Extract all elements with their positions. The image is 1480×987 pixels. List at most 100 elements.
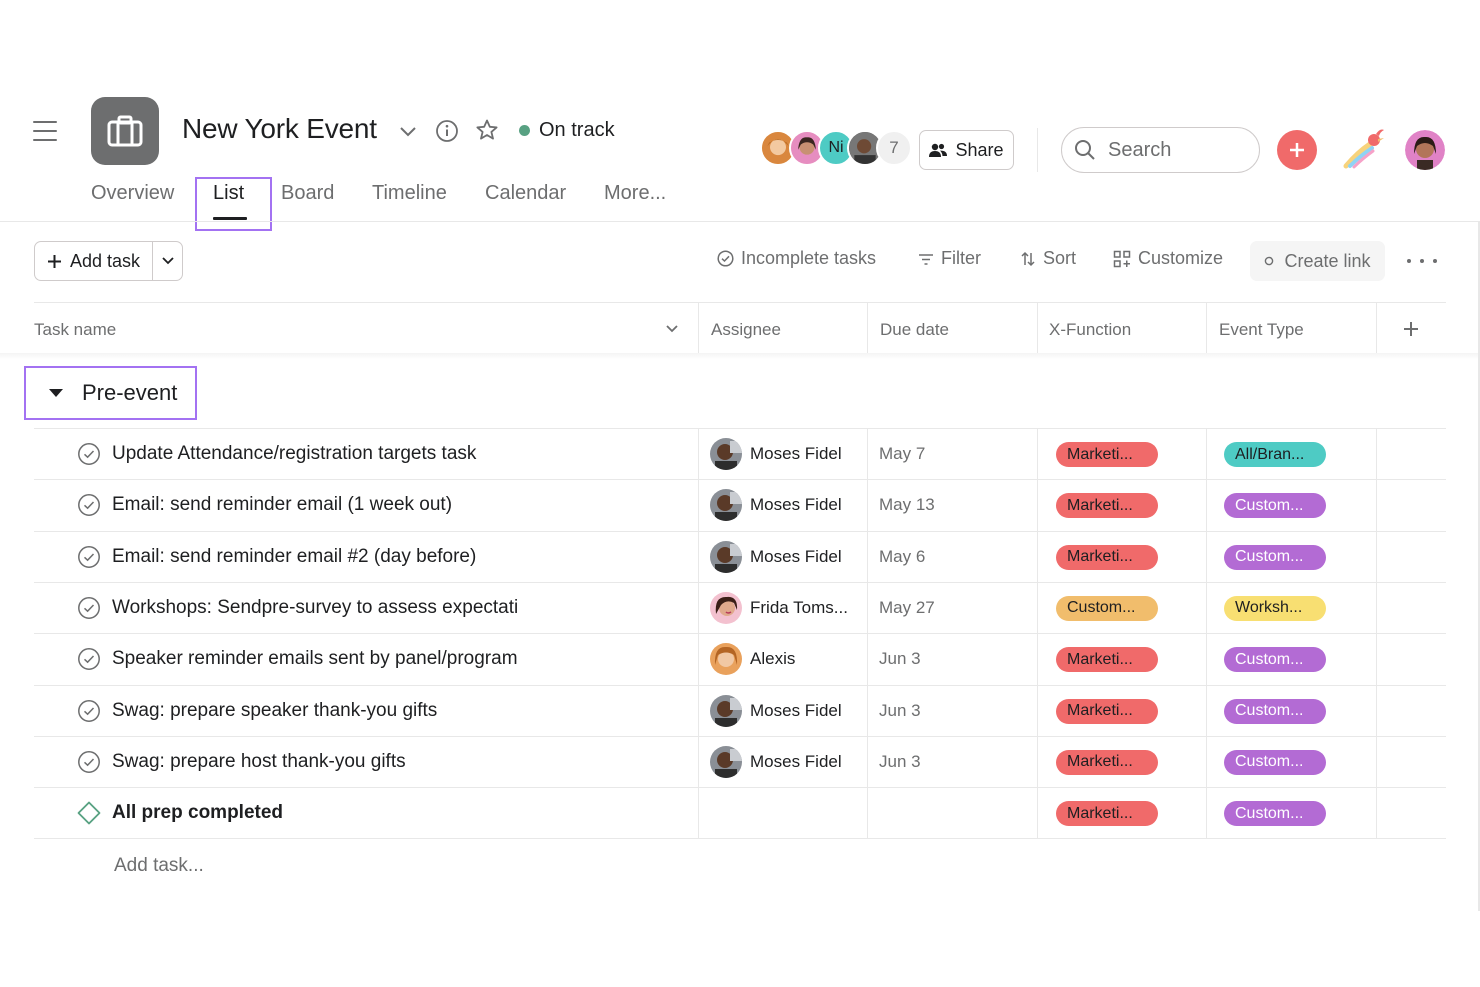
task-name[interactable]: Swag: prepare host thank-you gifts	[112, 751, 406, 773]
task-due-date[interactable]: Jun 3	[879, 701, 921, 721]
plus-icon	[47, 254, 61, 268]
add-task-dropdown[interactable]	[152, 242, 182, 280]
sort-button[interactable]: Sort	[1020, 248, 1076, 269]
task-name[interactable]: Email: send reminder email (1 week out)	[112, 494, 452, 516]
user-avatar[interactable]	[1405, 130, 1445, 170]
task-name[interactable]: Email: send reminder email #2 (day befor…	[112, 546, 476, 568]
table-row[interactable]: All prep completed Marketi... Custom...	[34, 787, 1446, 838]
task-due-date[interactable]: May 13	[879, 495, 935, 515]
event-type-tag[interactable]: Custom...	[1224, 801, 1326, 827]
table-row[interactable]: Speaker reminder emails sent by panel/pr…	[34, 633, 1446, 684]
complete-check-icon[interactable]	[77, 545, 101, 569]
event-type-tag[interactable]: Worksh...	[1224, 595, 1326, 621]
customize-label: Customize	[1138, 248, 1224, 268]
assignee-name: Moses Fidel	[750, 751, 842, 771]
milestone-diamond-icon[interactable]	[77, 801, 101, 825]
sort-label: Sort	[1043, 248, 1077, 268]
table-row[interactable]: Email: send reminder email #2 (day befor…	[34, 530, 1446, 582]
incomplete-tasks-button[interactable]: Incomplete tasks	[717, 248, 876, 269]
complete-check-icon[interactable]	[77, 493, 101, 517]
x-function-tag[interactable]: Marketi...	[1056, 493, 1158, 519]
add-task-button[interactable]: Add task	[35, 242, 152, 280]
complete-check-icon[interactable]	[77, 647, 101, 671]
event-type-tag[interactable]: Custom...	[1224, 493, 1326, 519]
task-due-date[interactable]: May 7	[879, 444, 925, 464]
hamburger-menu-icon[interactable]	[33, 121, 57, 143]
complete-check-icon[interactable]	[77, 596, 101, 620]
task-name[interactable]: All prep completed	[112, 802, 283, 824]
create-plus-button[interactable]	[1277, 130, 1317, 170]
event-type-tag[interactable]: All/Bran...	[1224, 442, 1326, 467]
event-type-tag[interactable]: Custom...	[1224, 698, 1326, 724]
filter-button[interactable]: Filter	[918, 248, 981, 269]
column-header-event-type[interactable]: Event Type	[1219, 320, 1304, 340]
chevron-down-icon[interactable]	[664, 322, 680, 336]
task-name[interactable]: Speaker reminder emails sent by panel/pr…	[112, 648, 518, 670]
chevron-down-icon[interactable]	[397, 122, 419, 140]
tab-more[interactable]: More...	[604, 182, 666, 208]
x-function-tag[interactable]: Marketi...	[1056, 801, 1158, 827]
status-label: On track	[539, 119, 615, 141]
task-assignee[interactable]: Alexis	[710, 643, 795, 676]
tab-timeline[interactable]: Timeline	[372, 182, 447, 208]
header-shadow	[0, 353, 1478, 359]
customize-button[interactable]: Customize	[1113, 248, 1223, 269]
task-due-date[interactable]: May 6	[879, 547, 925, 567]
x-function-tag[interactable]: Marketi...	[1056, 749, 1158, 775]
x-function-tag[interactable]: Marketi...	[1056, 647, 1158, 673]
section-header-pre-event[interactable]: Pre-event	[24, 366, 197, 420]
table-row[interactable]: Email: send reminder email (1 week out) M…	[34, 479, 1446, 530]
task-name[interactable]: Workshops: Sendpre-survey to assess expe…	[112, 597, 518, 619]
x-function-tag[interactable]: Custom...	[1056, 595, 1158, 621]
add-task-label: Add task	[69, 250, 141, 271]
search-input[interactable]: Search	[1061, 127, 1260, 173]
table-row[interactable]: Swag: prepare host thank-you gifts Moses …	[34, 735, 1446, 787]
more-options-icon[interactable]	[1407, 250, 1437, 272]
create-link-label: Create link	[1284, 250, 1371, 271]
column-divider	[1376, 302, 1377, 353]
tab-calendar[interactable]: Calendar	[485, 182, 566, 208]
event-type-tag[interactable]: Custom...	[1224, 544, 1326, 570]
complete-check-icon[interactable]	[77, 750, 101, 774]
add-task-inline[interactable]: Add task...	[114, 855, 204, 877]
task-assignee[interactable]: Moses Fidel	[710, 540, 842, 573]
task-due-date[interactable]: Jun 3	[879, 649, 921, 669]
x-function-tag[interactable]: Marketi...	[1056, 544, 1158, 570]
complete-check-icon[interactable]	[77, 699, 101, 723]
task-assignee[interactable]: Frida Toms...	[710, 591, 848, 624]
star-icon[interactable]	[475, 118, 499, 142]
x-function-tag[interactable]: Marketi...	[1056, 698, 1158, 724]
task-assignee[interactable]: Moses Fidel	[710, 745, 842, 778]
celebration-bird-icon[interactable]	[1340, 126, 1388, 174]
share-label: Share	[955, 139, 1004, 160]
create-link-button[interactable]: Create link	[1250, 241, 1385, 281]
event-type-tag[interactable]: Custom...	[1224, 749, 1326, 775]
column-header-due-date[interactable]: Due date	[880, 320, 949, 340]
column-header-task-name[interactable]: Task name	[34, 320, 116, 340]
info-icon[interactable]	[435, 119, 459, 143]
project-title[interactable]: New York Event	[182, 113, 377, 145]
task-assignee[interactable]: Moses Fidel	[710, 489, 842, 522]
plus-icon	[1290, 143, 1304, 157]
share-button[interactable]: Share	[919, 130, 1014, 170]
column-header-assignee[interactable]: Assignee	[711, 320, 781, 340]
table-row[interactable]: Swag: prepare speaker thank-you gifts Mos…	[34, 684, 1446, 736]
tab-board[interactable]: Board	[281, 182, 334, 208]
tab-overview[interactable]: Overview	[91, 182, 174, 208]
task-name[interactable]: Update Attendance/registration targets t…	[112, 443, 476, 465]
avatar	[710, 643, 742, 676]
add-column-plus-icon[interactable]	[1402, 320, 1420, 338]
project-status[interactable]: On track	[519, 119, 615, 142]
table-row[interactable]: Workshops: Sendpre-survey to assess expe…	[34, 581, 1446, 633]
complete-check-icon[interactable]	[77, 442, 101, 466]
x-function-tag[interactable]: Marketi...	[1056, 442, 1158, 467]
event-type-tag[interactable]: Custom...	[1224, 647, 1326, 673]
task-due-date[interactable]: Jun 3	[879, 752, 921, 772]
task-assignee[interactable]: Moses Fidel	[710, 438, 842, 470]
task-assignee[interactable]: Moses Fidel	[710, 694, 842, 727]
column-header-x-function[interactable]: X-Function	[1049, 320, 1131, 340]
task-name[interactable]: Swag: prepare speaker thank-you gifts	[112, 700, 437, 722]
member-avatars[interactable]: Ni 7	[760, 130, 912, 166]
task-due-date[interactable]: May 27	[879, 598, 935, 618]
table-row[interactable]: Update Attendance/registration targets t…	[34, 428, 1446, 479]
